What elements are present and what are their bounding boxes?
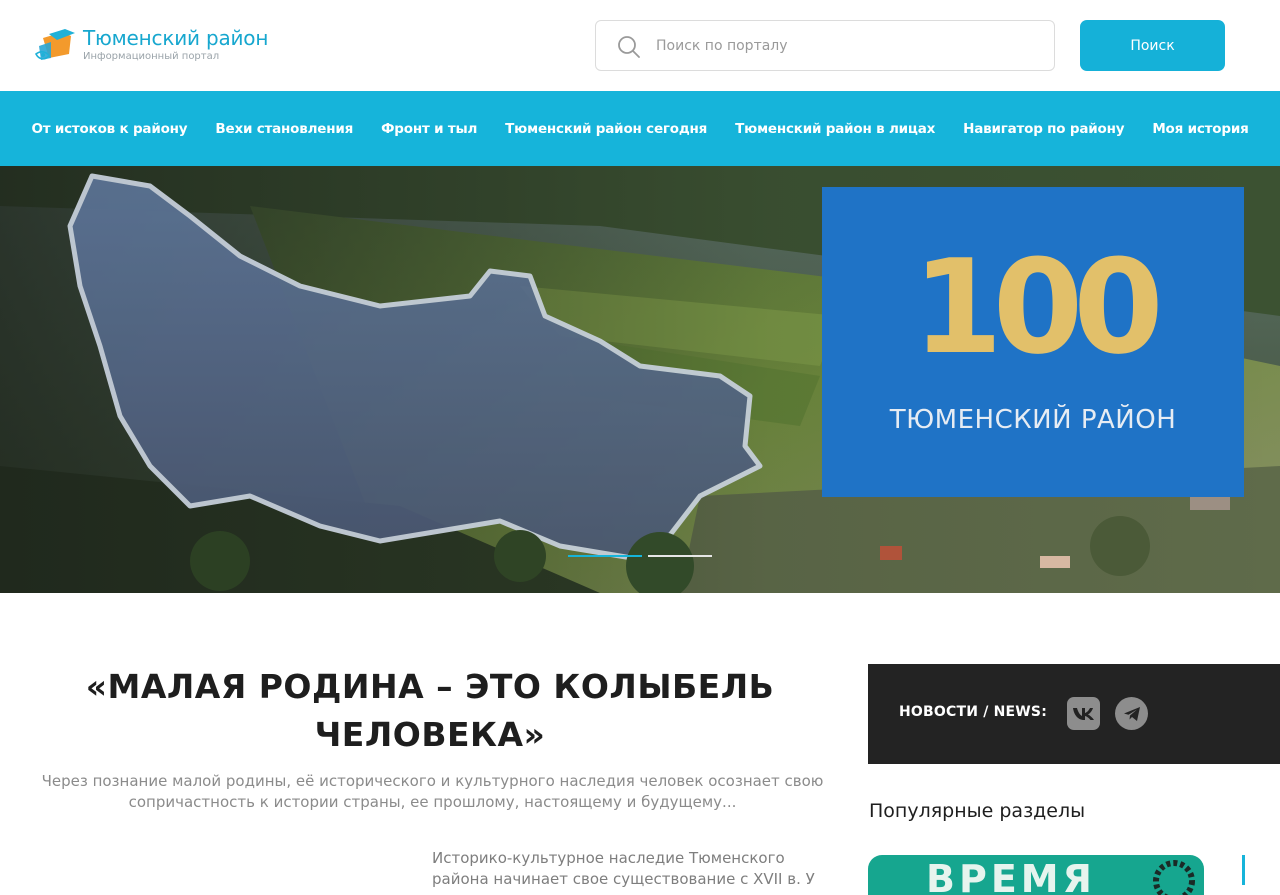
nav-item-milestones[interactable]: Вехи становления — [201, 121, 367, 137]
logo-icon — [34, 29, 75, 60]
history-line-2: района начинает свое существование с XVI… — [432, 870, 815, 888]
anniversary-badge: 100 ТЮМЕНСКИЙ РАЙОН — [822, 187, 1244, 497]
search-box — [595, 20, 1055, 71]
nav-item-front-and-rear[interactable]: Фронт и тыл — [367, 121, 491, 137]
popular-card-text: ВРЕМЯ — [926, 857, 1096, 895]
main-nav: От истоков к району Вехи становления Фро… — [0, 91, 1280, 166]
intro-text: Через познание малой родины, её историче… — [41, 772, 824, 811]
nav-item-district-today[interactable]: Тюменский район сегодня — [491, 121, 721, 137]
hero-banner[interactable]: 100 ТЮМЕНСКИЙ РАЙОН — [0, 166, 1280, 593]
scrollbar-indicator — [1242, 855, 1245, 885]
badge-text: ТЮМЕНСКИЙ РАЙОН — [889, 405, 1177, 435]
logo-title: Тюменский район — [83, 26, 269, 50]
news-label: НОВОСТИ / NEWS: — [899, 704, 1047, 720]
nav-item-origins[interactable]: От истоков к району — [17, 121, 201, 137]
logo-subtitle: Информационный портал — [83, 51, 220, 62]
title-line-1: «МАЛАЯ РОДИНА – ЭТО КОЛЫБЕЛЬ — [85, 667, 775, 706]
search-icon — [618, 36, 640, 58]
ribbon-icon — [1153, 860, 1195, 895]
nav-item-navigator[interactable]: Навигатор по району — [949, 121, 1138, 137]
popular-sections-title: Популярные разделы — [869, 800, 1086, 822]
search-button[interactable]: Поиск — [1080, 20, 1225, 71]
history-line-1: Историко-культурное наследие Тюменского — [432, 849, 785, 867]
news-social-box: НОВОСТИ / NEWS: — [868, 664, 1280, 764]
telegram-icon[interactable] — [1115, 697, 1148, 730]
search-input[interactable] — [654, 21, 1044, 70]
site-header: Тюменский район Информационный портал По… — [0, 0, 1280, 91]
title-line-2: ЧЕЛОВЕКА» — [314, 715, 546, 754]
telegram-logo-glyph — [1123, 706, 1140, 721]
page-title: «МАЛАЯ РОДИНА – ЭТО КОЛЫБЕЛЬ ЧЕЛОВЕКА» — [30, 663, 830, 759]
history-text: Историко-культурное наследие Тюменского … — [432, 848, 852, 890]
badge-number: 100 — [912, 231, 1163, 383]
vk-logo-glyph — [1072, 707, 1094, 720]
nav-item-my-history[interactable]: Моя история — [1138, 121, 1262, 137]
vk-icon[interactable] — [1067, 697, 1100, 730]
popular-section-card[interactable]: ВРЕМЯ — [868, 855, 1204, 895]
site-logo[interactable]: Тюменский район Информационный портал — [33, 24, 268, 64]
nav-item-district-people[interactable]: Тюменский район в лицах — [721, 121, 949, 137]
